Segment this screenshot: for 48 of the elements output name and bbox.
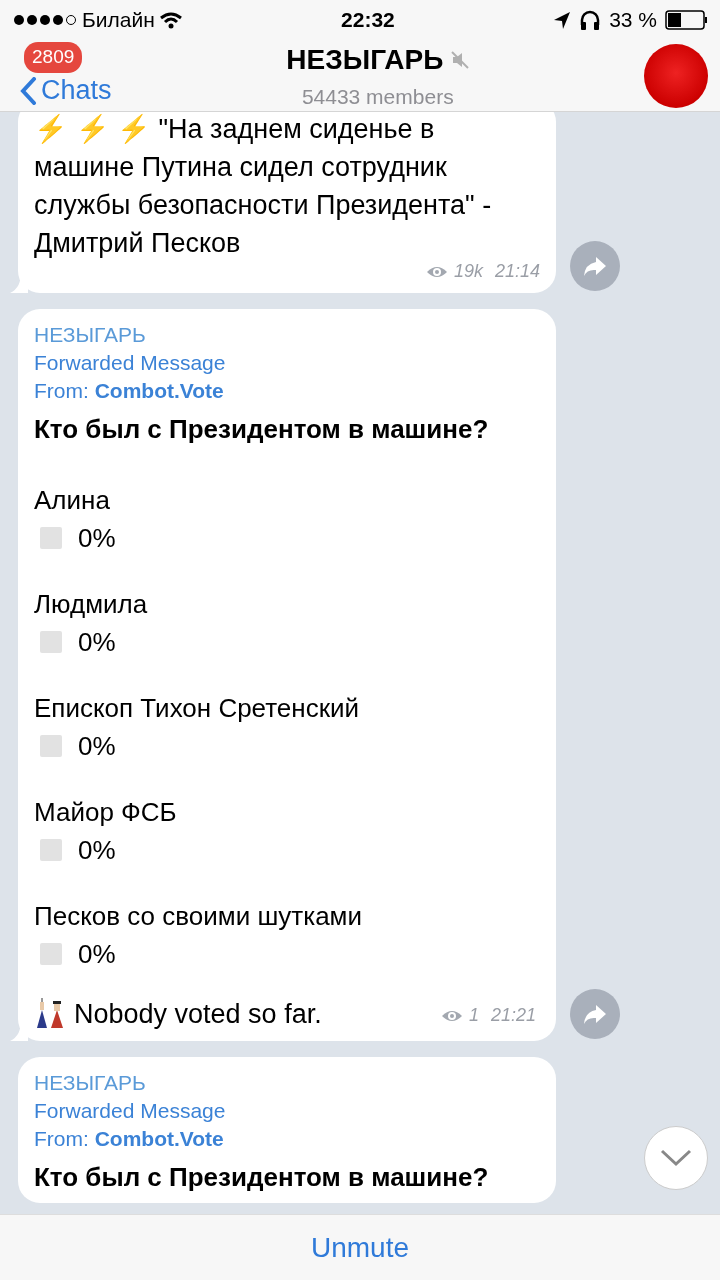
checkbox[interactable] — [40, 943, 62, 965]
message-text: ⚡ ⚡ ⚡ "На заднем сиденье в машине Путина сидел сотрудник службы безопасности Президента" - Дмитрий Песков — [34, 113, 493, 260]
vote-percent: 0% — [78, 938, 116, 971]
unread-count-badge: 2809 — [24, 42, 83, 73]
battery-percent: 33 % — [609, 7, 657, 34]
forwarded-from: From: Combot.Vote — [34, 1126, 225, 1152]
back-chevron-icon — [20, 76, 37, 105]
poll-option: Песков со своими шутками — [34, 899, 540, 933]
poll-option: Алина — [34, 483, 540, 517]
message-time: 21:21 — [490, 1004, 536, 1027]
dolls-icon — [34, 998, 66, 1030]
battery-icon — [665, 10, 708, 30]
chat-title: НЕЗЫГАРЬ — [286, 42, 444, 77]
carrier-name: Билайн — [82, 7, 155, 34]
view-count: 1 — [468, 1004, 479, 1027]
forwarded-label: Forwarded Message — [34, 350, 227, 376]
poll-option: Майор ФСБ — [34, 795, 540, 829]
forwarded-from: From: Combot.Vote — [34, 378, 225, 404]
share-button[interactable] — [570, 989, 620, 1039]
vote-percent: 0% — [78, 834, 116, 867]
poll-status-text: Nobody voted so far. — [74, 998, 322, 1031]
checkbox[interactable] — [40, 735, 62, 757]
checkbox[interactable] — [40, 839, 62, 861]
poll-question: Кто был с Президентом в машине? — [34, 413, 490, 446]
back-button[interactable]: Chats — [20, 70, 112, 111]
vote-percent: 0% — [78, 522, 116, 555]
share-arrow-icon — [582, 1003, 608, 1025]
vote-percent: 0% — [78, 730, 116, 763]
checkbox[interactable] — [40, 527, 62, 549]
message-time: 21:14 — [494, 260, 540, 283]
poll-option: Людмила — [34, 587, 540, 621]
headphones-icon — [579, 10, 602, 30]
view-count: 19k — [453, 260, 483, 283]
poll-option: Епископ Тихон Сретенский — [34, 691, 540, 725]
poll-question: Кто был с Президентом в машине? — [34, 1161, 490, 1194]
forwarded-label: Forwarded Message — [34, 1098, 227, 1124]
share-arrow-icon — [582, 255, 608, 277]
wifi-icon — [158, 11, 183, 29]
sender-name: НЕЗЫГАРЬ — [34, 1070, 147, 1096]
location-arrow-icon — [553, 10, 572, 30]
member-count: 54433 members — [301, 83, 454, 110]
chevron-down-icon — [660, 1149, 692, 1167]
sender-name: НЕЗЫГАРЬ — [34, 322, 147, 348]
checkbox[interactable] — [40, 631, 62, 653]
share-button[interactable] — [570, 241, 620, 291]
clock-time: 22:32 — [340, 7, 396, 34]
unmute-button[interactable]: Unmute — [304, 1225, 415, 1270]
vote-percent: 0% — [78, 626, 116, 659]
